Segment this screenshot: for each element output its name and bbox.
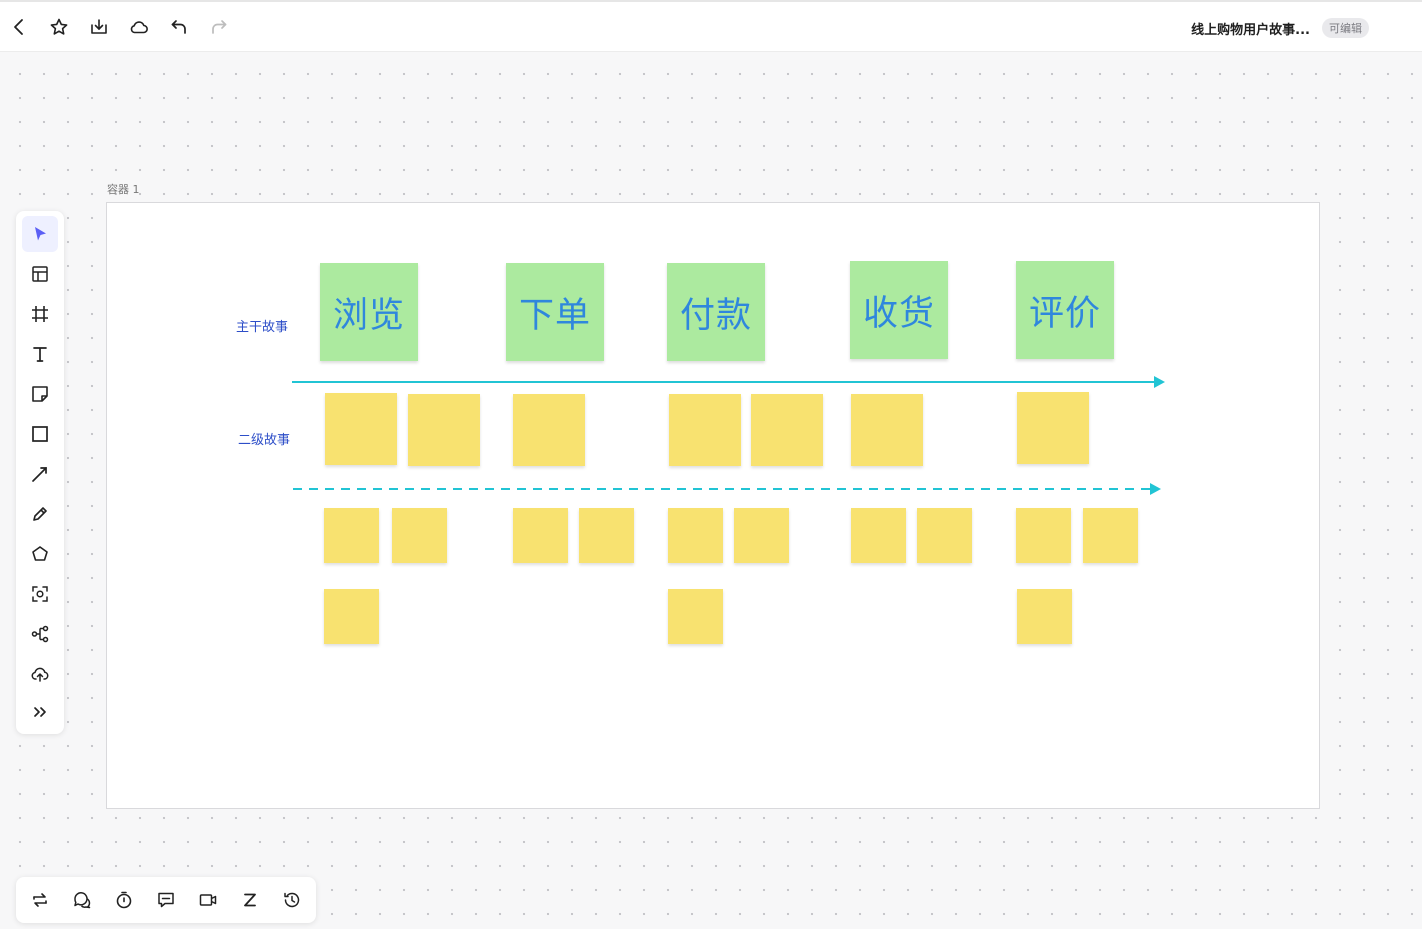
sticky-note[interactable] [669,394,741,466]
sticky-note[interactable] [392,508,447,563]
secondary-arrow[interactable] [293,483,1161,495]
sticky-note[interactable] [751,394,823,466]
sticky-note[interactable] [324,589,379,644]
sticky-note[interactable] [579,508,634,563]
sticky-note[interactable] [408,394,480,466]
sticky-note[interactable] [513,508,568,563]
left-toolbar [16,211,64,734]
history-icon[interactable] [277,885,307,915]
sticky-note[interactable] [668,589,723,644]
more-tools-icon[interactable] [22,694,58,730]
text-icon[interactable] [22,336,58,372]
select-tool-icon[interactable] [22,216,58,252]
template-icon[interactable] [22,256,58,292]
sticky-note[interactable] [917,508,972,563]
sticky-note[interactable] [513,394,585,466]
sticky-note[interactable] [851,508,906,563]
sticky-note-icon[interactable] [22,376,58,412]
connector-icon[interactable] [22,456,58,492]
frame-icon[interactable] [22,296,58,332]
video-icon[interactable] [193,885,223,915]
sticky-note[interactable] [1017,392,1089,464]
comments-icon[interactable] [67,885,97,915]
pen-icon[interactable] [22,496,58,532]
sticky-note[interactable] [1016,508,1071,563]
sticky-note[interactable] [324,508,379,563]
ai-recognize-icon[interactable] [22,576,58,612]
sticky-note[interactable] [1083,508,1138,563]
rectangle-icon[interactable] [22,416,58,452]
sticky-note[interactable] [851,394,923,466]
timer-icon[interactable] [109,885,139,915]
mind-map-icon[interactable] [22,616,58,652]
main-arrow[interactable] [292,376,1165,388]
feedback-icon[interactable] [151,885,181,915]
shape-icon[interactable] [22,536,58,572]
zoom-fit-icon[interactable] [235,885,265,915]
sticky-note[interactable] [325,393,397,465]
sticky-note[interactable] [734,508,789,563]
sticky-note[interactable] [1017,589,1072,644]
switch-icon[interactable] [25,885,55,915]
sticky-note[interactable] [668,508,723,563]
upload-icon[interactable] [22,656,58,692]
bottom-toolbar [16,877,316,923]
